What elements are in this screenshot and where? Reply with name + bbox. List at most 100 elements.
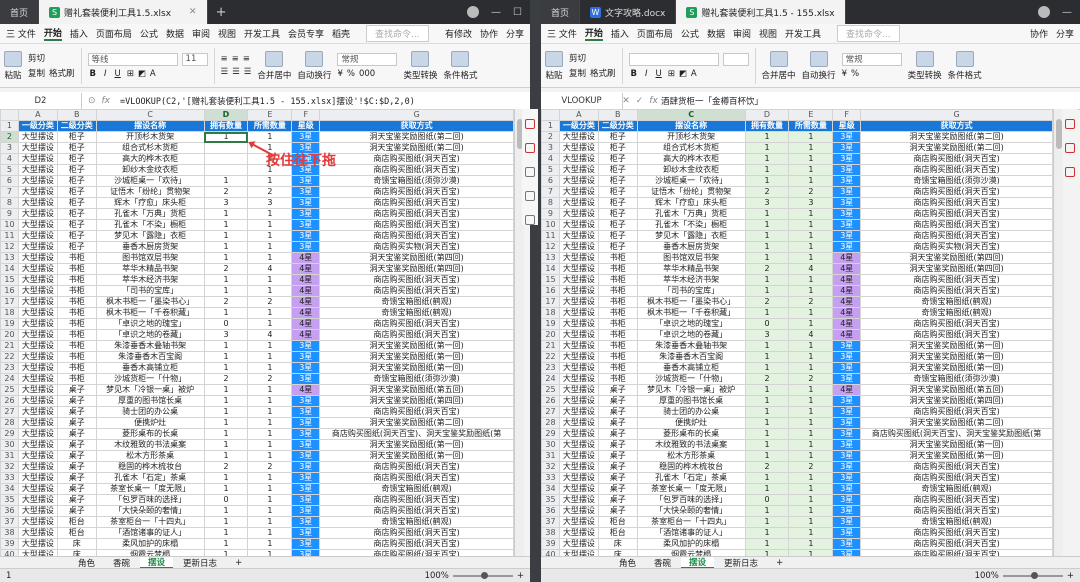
cell[interactable]: 3星 [291,505,321,517]
font-color-icon[interactable]: A [150,69,156,79]
star-tool-icon[interactable] [525,191,535,201]
cell[interactable]: 1 [744,472,790,484]
cell[interactable]: 1 [203,340,249,352]
cell[interactable]: 1 [744,164,790,176]
cell[interactable]: 1 [744,483,790,495]
cell[interactable]: 3星 [291,527,321,539]
cell[interactable]: 3星 [291,417,321,429]
header-cell[interactable]: 星级 [832,120,862,132]
cell[interactable]: 2 [788,461,834,473]
cell[interactable]: 大型摆设 [558,285,599,297]
maximize-icon[interactable]: ☐ [513,7,522,18]
cut-button[interactable]: 剪切 [569,52,586,64]
cell[interactable]: 1 [203,439,249,451]
row-number[interactable]: 5 [541,164,560,176]
cell[interactable]: 3星 [291,494,321,506]
row-number[interactable]: 29 [541,428,560,440]
cell[interactable]: 0 [203,318,249,330]
sheet-tab-changelog[interactable]: 更新日志 [716,557,766,569]
cell[interactable]: 大型摆设 [558,219,599,231]
cell[interactable]: 1 [203,241,249,253]
number-format-select[interactable]: 常规 [841,52,902,66]
cell[interactable]: 4星 [832,329,862,341]
zoom-knob[interactable] [1030,571,1038,579]
cell[interactable]: 大型摆设 [558,175,599,187]
cell[interactable]: 3星 [291,538,321,550]
cell[interactable]: 1 [744,527,790,539]
cell[interactable]: 大型摆设 [17,406,58,418]
row-number[interactable]: 30 [0,439,19,451]
cell[interactable]: 沙城柜桌一「欢待」 [636,175,746,187]
cell[interactable]: 1 [788,208,834,220]
cell[interactable]: 柜子 [597,175,638,187]
cell[interactable]: 1 [247,307,293,319]
menu-start[interactable]: 开始 [43,26,62,41]
cell[interactable]: 「司书的宝库」 [95,285,205,297]
cell[interactable]: 3星 [291,340,321,352]
cell[interactable]: 2 [247,461,293,473]
cell[interactable]: 枫木书柜一「千卷积藏」 [95,307,205,319]
font-color-icon[interactable]: A [691,69,697,79]
cell[interactable]: 大型摆设 [17,252,58,264]
cell[interactable]: 朱漆垂香木百宝阁 [636,351,746,363]
row-number[interactable]: 6 [0,175,19,187]
cell[interactable]: 1 [203,208,249,220]
cell[interactable]: 书柜 [597,274,638,286]
cell[interactable]: 3 [744,197,790,209]
cell[interactable] [203,142,249,154]
cell[interactable]: 桌子 [597,472,638,484]
cell[interactable]: 1 [744,340,790,352]
cell[interactable]: 朱漆垂香木叠轴书架 [636,340,746,352]
cell[interactable]: 3星 [832,197,862,209]
cell[interactable]: 桌子 [56,505,97,517]
cell[interactable]: 大型摆设 [558,164,599,176]
thousands-icon[interactable]: 000 [359,69,375,79]
underline-icon[interactable]: U [654,69,664,79]
cell[interactable]: 奇馈宝箱图纸(须弥沙漠) [860,175,1053,187]
cell[interactable]: 1 [788,439,834,451]
cell[interactable]: 1 [744,230,790,242]
zoom-in-icon[interactable]: + [1067,571,1074,581]
column-header-F[interactable]: F [832,109,862,121]
cell[interactable]: 奇馈宝箱图纸(鹤观) [319,516,514,528]
cell[interactable]: 4星 [291,318,321,330]
italic-icon[interactable]: I [643,69,650,79]
cell[interactable]: 1 [744,417,790,429]
cell[interactable]: 4星 [291,329,321,341]
cell[interactable]: 1 [247,538,293,550]
cell[interactable]: 洞天宝鉴奖励图纸(第一回) [319,351,514,363]
cell[interactable]: 洞天宝鉴奖励图纸(第一回) [860,362,1053,374]
cell[interactable]: 洞天宝鉴奖励图纸(第四回) [860,252,1053,264]
currency-icon[interactable]: ¥ [842,69,847,79]
cell[interactable]: 书柜 [56,373,97,385]
row-number[interactable]: 11 [541,230,560,242]
row-number[interactable]: 31 [0,450,19,462]
cell[interactable] [203,164,249,176]
cell[interactable]: 商店购买图纸(洞天百宝) [319,153,514,165]
cell[interactable]: 3星 [832,505,862,517]
right-sheet-grid[interactable]: A B C D E F G 1 一级分类 二级分类 摆设名称 拥有数量 所需数量 星级 获取方式 2 大型摆设柜… [541,109,1053,558]
header-cell[interactable]: 一级分类 [17,120,58,132]
cell[interactable]: 大型摆设 [558,395,599,407]
formula-input[interactable]: =VLOOKUP(C2,'[赠礼套装便利工具1.5 - 155.xlsx]摆设'… [116,95,530,107]
cell[interactable]: 1 [744,307,790,319]
cell[interactable]: 1 [788,406,834,418]
cell[interactable]: 1 [203,351,249,363]
expand-tool-icon[interactable] [1065,119,1075,129]
cell[interactable]: 辉木「疗愈」床头柜 [95,197,205,209]
row-number[interactable]: 31 [541,450,560,462]
cell[interactable]: 2 [203,373,249,385]
row-number[interactable]: 12 [541,241,560,253]
cell[interactable]: 1 [203,395,249,407]
cell[interactable]: 书柜 [597,373,638,385]
cell[interactable]: 孔雀木「石定」茶桌 [95,472,205,484]
cell[interactable]: 1 [788,219,834,231]
underline-icon[interactable]: U [113,69,123,79]
sheet-tab-furnishing[interactable]: 摆设 [140,556,174,569]
header-cell[interactable]: 所需数量 [788,120,834,132]
cell[interactable]: 1 [788,417,834,429]
cell[interactable]: 3星 [832,450,862,462]
menu-page-layout[interactable]: 页面布局 [96,27,132,40]
cell[interactable]: 大型摆设 [558,142,599,154]
cell[interactable]: 大型摆设 [17,472,58,484]
